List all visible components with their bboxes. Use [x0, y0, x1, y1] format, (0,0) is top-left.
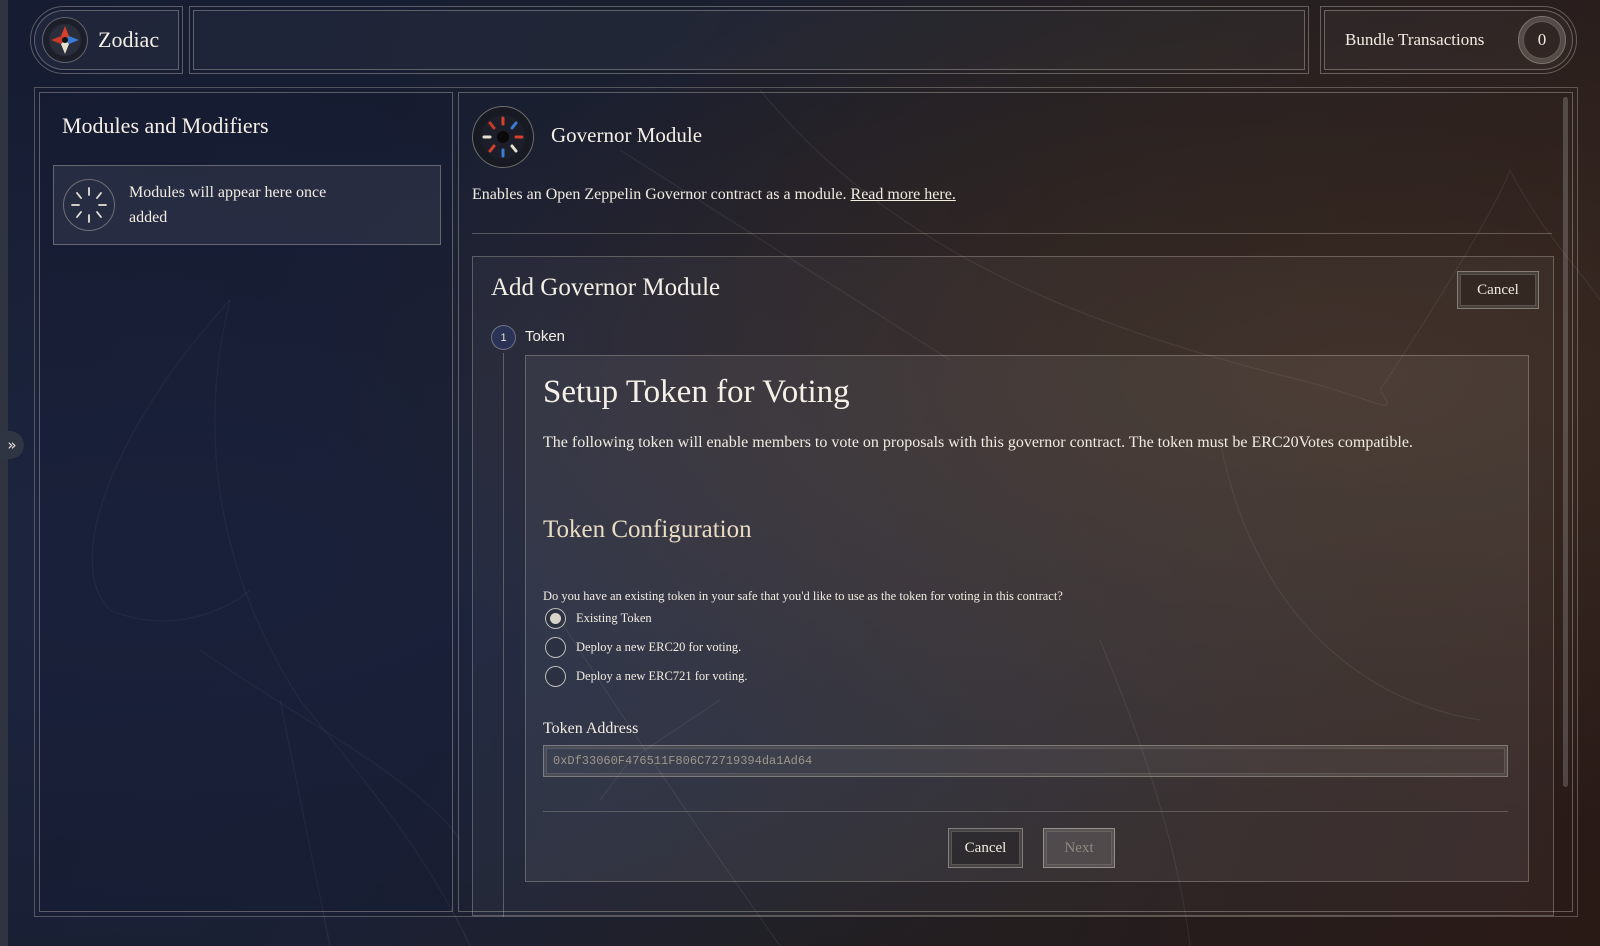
divider — [543, 811, 1508, 812]
radio-label: Existing Token — [576, 611, 652, 625]
bundle-count-badge: 0 — [1518, 16, 1566, 64]
token-question: Do you have an existing token in your sa… — [543, 589, 1063, 603]
token-setup-card: Setup Token for Voting The following tok… — [525, 355, 1529, 882]
next-button[interactable]: Next — [1043, 828, 1115, 868]
radio-button[interactable] — [545, 608, 566, 629]
left-edge-strip — [0, 0, 8, 946]
bundle-label: Bundle Transactions — [1345, 30, 1485, 49]
module-content-panel: Governor Module Enables an Open Zeppelin… — [458, 92, 1573, 917]
token-address-input[interactable]: 0xDf33060F476511F806C72719394da1Ad64 — [543, 745, 1508, 777]
radio-existing-token[interactable]: Existing Token — [545, 608, 652, 629]
token-address-label: Token Address — [543, 720, 639, 737]
setup-description: The following token will enable members … — [543, 434, 1413, 451]
divider — [472, 233, 1552, 234]
bundle-transactions-button[interactable]: Bundle Transactions 0 — [1320, 6, 1577, 74]
brand-header[interactable]: Zodiac — [30, 6, 183, 74]
content-scrollbar[interactable] — [1563, 97, 1568, 787]
cancel-button[interactable]: Cancel — [948, 828, 1023, 868]
read-more-link[interactable]: Read more here. — [851, 186, 956, 203]
app-name: Zodiac — [98, 27, 160, 52]
modules-sidebar: Modules and Modifiers Modules will appea… — [39, 92, 453, 912]
radio-label: Deploy a new ERC721 for voting. — [576, 669, 748, 683]
add-module-title: Add Governor Module — [491, 274, 721, 301]
loading-spinner-icon — [63, 179, 115, 231]
search-input[interactable] — [193, 10, 1305, 70]
cancel-add-module-button[interactable]: Cancel — [1457, 271, 1539, 309]
radio-deploy-erc721[interactable]: Deploy a new ERC721 for voting. — [545, 666, 748, 687]
module-description-text: Enables an Open Zeppelin Governor contra… — [472, 186, 847, 203]
search-bar[interactable] — [189, 6, 1309, 74]
setup-title: Setup Token for Voting — [543, 374, 850, 410]
radio-label: Deploy a new ERC20 for voting. — [576, 640, 742, 654]
module-title: Governor Module — [551, 123, 703, 147]
sidebar-title: Modules and Modifiers — [62, 113, 269, 138]
add-module-panel: Add Governor Module Cancel 1 Token Setup… — [472, 256, 1554, 917]
double-chevron-right-icon: » — [7, 436, 17, 454]
empty-modules-text: Modules will appear here once added — [129, 184, 327, 226]
zodiac-logo-icon — [42, 17, 88, 63]
step-connector-line — [503, 353, 504, 917]
token-config-title: Token Configuration — [543, 516, 752, 543]
radio-button[interactable] — [545, 666, 566, 687]
radio-deploy-erc20[interactable]: Deploy a new ERC20 for voting. — [545, 637, 741, 658]
expand-sidebar-button[interactable]: » — [0, 431, 24, 459]
step-label: Token — [525, 328, 566, 345]
step-number: 1 — [491, 325, 516, 350]
governor-module-icon — [472, 106, 534, 168]
module-description: Enables an Open Zeppelin Governor contra… — [472, 186, 956, 204]
radio-button[interactable] — [545, 637, 566, 658]
empty-modules-card: Modules will appear here once added — [53, 165, 441, 245]
